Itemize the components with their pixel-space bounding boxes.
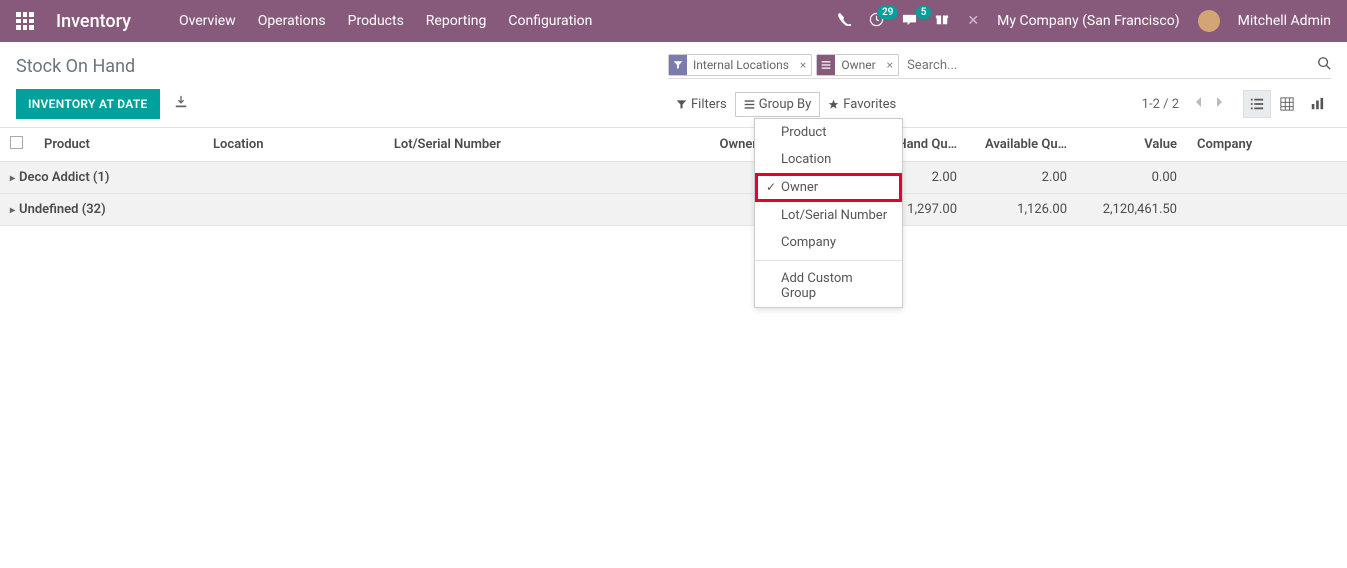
group-row[interactable]: ▸Deco Addict (1) 2.00 2.00 0.00 [0, 162, 1347, 194]
col-location[interactable]: Location [203, 128, 384, 162]
download-icon[interactable] [174, 95, 188, 113]
nav-links: Overview Operations Products Reporting C… [179, 13, 592, 29]
search-icon[interactable] [1317, 56, 1331, 74]
group-facet-label: Owner [835, 58, 881, 72]
col-value[interactable]: Value [1077, 128, 1187, 162]
control-panel: Stock On Hand Internal Locations × Owner… [0, 42, 1347, 127]
filter-facet-label: Internal Locations [687, 58, 795, 72]
breadcrumb: Stock On Hand [16, 56, 135, 77]
activity-icon[interactable]: 29 [869, 12, 884, 31]
groupby-owner[interactable]: Owner [755, 173, 902, 202]
caret-icon: ▸ [10, 173, 15, 184]
groupby-label: Group By [759, 97, 812, 112]
nav-products[interactable]: Products [348, 13, 404, 29]
list-view-icon[interactable] [1243, 90, 1271, 118]
group-icon [817, 55, 835, 75]
messages-icon[interactable]: 5 [902, 12, 917, 31]
app-title[interactable]: Inventory [56, 11, 131, 32]
nav-right: 29 5 ✕ My Company (San Francisco) Mitche… [837, 10, 1331, 32]
inventory-at-date-button[interactable]: INVENTORY AT DATE [16, 89, 160, 119]
filter-facet-close[interactable]: × [795, 58, 811, 72]
graph-view-icon[interactable] [1303, 90, 1331, 118]
gift-icon[interactable] [935, 12, 949, 30]
groupby-company[interactable]: Company [755, 229, 902, 256]
filters-button[interactable]: Filters [668, 93, 735, 116]
nav-reporting[interactable]: Reporting [426, 13, 487, 29]
nav-overview[interactable]: Overview [179, 13, 236, 29]
cell-available: 2.00 [967, 162, 1077, 194]
group-facet-close[interactable]: × [882, 58, 898, 72]
activity-count: 29 [877, 6, 898, 19]
groupby-product[interactable]: Product [755, 119, 902, 146]
pager-prev[interactable] [1187, 92, 1209, 116]
filters-label: Filters [691, 97, 727, 112]
favorites-button[interactable]: Favorites [820, 93, 904, 116]
top-nav: Inventory Overview Operations Products R… [0, 0, 1347, 42]
cell-available: 1,126.00 [967, 194, 1077, 226]
groupby-add-custom[interactable]: Add Custom Group [755, 265, 902, 307]
col-product[interactable]: Product [34, 128, 203, 162]
groupby-lot[interactable]: Lot/Serial Number [755, 202, 902, 229]
groupby-button[interactable]: Group By [735, 92, 821, 117]
group-label: Undefined (32) [19, 202, 106, 217]
select-all-checkbox[interactable] [10, 136, 23, 149]
pager[interactable]: 1-2 / 2 [1142, 97, 1179, 112]
groupby-dropdown: Product Location Owner Lot/Serial Number… [754, 118, 903, 308]
search-input[interactable] [903, 56, 1311, 75]
caret-icon: ▸ [10, 205, 15, 216]
phone-icon[interactable] [837, 12, 851, 30]
search-area: Internal Locations × Owner × [668, 54, 1331, 79]
filter-icon [669, 55, 687, 75]
dropdown-separator [755, 260, 902, 261]
table: Product Location Lot/Serial Number Owner… [0, 127, 1347, 226]
group-label: Deco Addict (1) [19, 170, 109, 185]
nav-configuration[interactable]: Configuration [508, 13, 592, 29]
company-name[interactable]: My Company (San Francisco) [997, 13, 1179, 29]
group-facet: Owner × [816, 54, 899, 76]
cell-value: 2,120,461.50 [1077, 194, 1187, 226]
col-lot[interactable]: Lot/Serial Number [384, 128, 710, 162]
tools-icon[interactable]: ✕ [967, 13, 979, 29]
apps-icon[interactable] [16, 12, 34, 30]
col-company[interactable]: Company [1187, 128, 1347, 162]
col-available[interactable]: Available Qu… [967, 128, 1077, 162]
favorites-label: Favorites [843, 97, 896, 112]
pivot-view-icon[interactable] [1273, 90, 1301, 118]
messages-count: 5 [916, 6, 932, 19]
toolbar: Filters Group By Favorites 1-2 / 2 [668, 90, 1331, 118]
nav-operations[interactable]: Operations [258, 13, 326, 29]
group-row[interactable]: ▸Undefined (32) 1,297.00 1,126.00 2,120,… [0, 194, 1347, 226]
groupby-location[interactable]: Location [755, 146, 902, 173]
user-name[interactable]: Mitchell Admin [1238, 13, 1331, 29]
view-switch [1243, 90, 1331, 118]
pager-next[interactable] [1209, 92, 1231, 116]
filter-facet: Internal Locations × [668, 54, 812, 76]
cell-value: 0.00 [1077, 162, 1187, 194]
avatar[interactable] [1198, 10, 1220, 32]
